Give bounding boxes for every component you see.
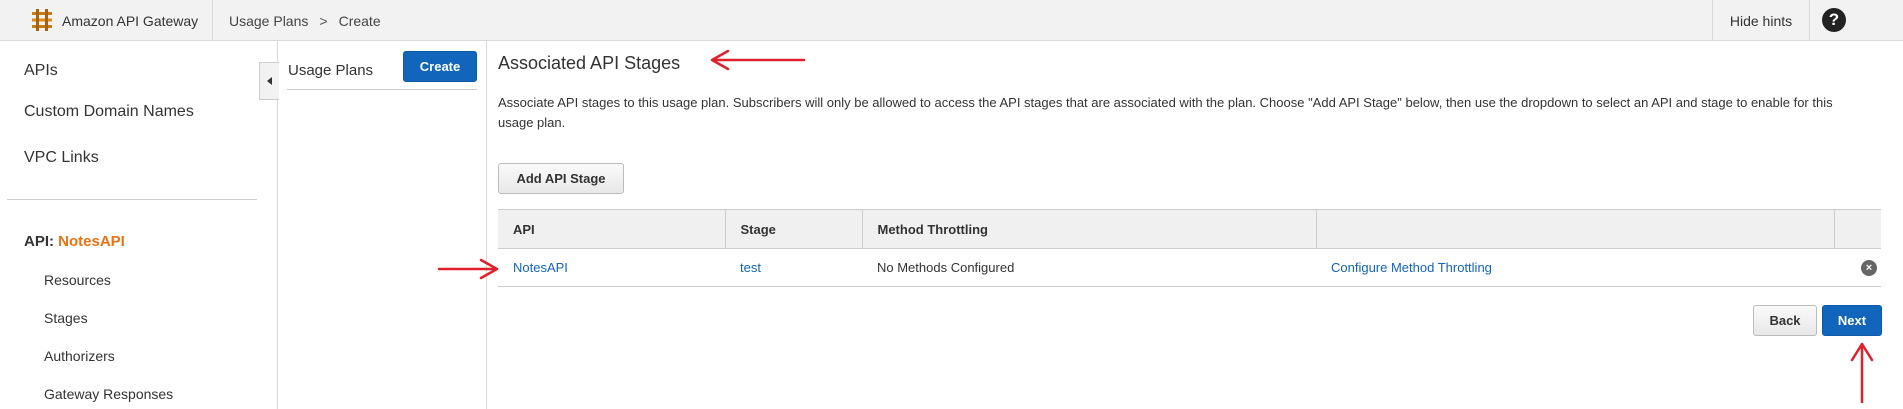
sidebar-item-apis[interactable]: APIs — [24, 62, 58, 80]
annotation-arrow-next-icon — [1850, 342, 1874, 404]
add-api-stage-button[interactable]: Add API Stage — [498, 163, 624, 194]
sidebar-item-custom-domain-names[interactable]: Custom Domain Names — [24, 103, 194, 121]
breadcrumb-create: Create — [338, 13, 381, 29]
sidebar-item-vpc-links[interactable]: VPC Links — [24, 149, 99, 167]
sidebar-item-gateway-responses[interactable]: Gateway Responses — [44, 386, 173, 402]
annotation-arrow-title-icon — [710, 49, 806, 71]
sidebar-divider — [7, 199, 257, 200]
help-icon[interactable]: ? — [1822, 8, 1846, 32]
breadcrumb: Usage Plans > Create — [229, 13, 381, 29]
api-title: API: NotesAPI — [24, 233, 125, 250]
top-bar: Amazon API Gateway Usage Plans > Create Hi… — [0, 0, 1903, 41]
sidebar-item-authorizers[interactable]: Authorizers — [44, 348, 115, 364]
breadcrumb-usage-plans[interactable]: Usage Plans — [229, 13, 308, 29]
sidebar-item-resources[interactable]: Resources — [44, 272, 111, 288]
configure-method-throttling-link[interactable]: Configure Method Throttling — [1331, 260, 1492, 275]
annotation-arrow-row-icon — [437, 258, 499, 280]
usage-plans-divider — [287, 89, 477, 90]
api-prefix: API: — [24, 233, 54, 250]
left-nav: APIs Custom Domain Names VPC Links API: … — [0, 41, 278, 409]
sidebar-item-stages[interactable]: Stages — [44, 310, 88, 326]
brand[interactable]: Amazon API Gateway — [0, 0, 213, 41]
column-header-remove — [1834, 209, 1881, 249]
next-button[interactable]: Next — [1822, 305, 1882, 336]
create-button[interactable]: Create — [403, 51, 477, 82]
section-description: Associate API stages to this usage plan.… — [498, 95, 1833, 130]
column-header-api: API — [498, 209, 726, 249]
table-row: NotesAPI test No Methods Configured Conf… — [498, 248, 1881, 287]
column-header-configure — [1316, 209, 1835, 249]
chevron-left-icon — [267, 77, 272, 85]
api-name[interactable]: NotesAPI — [58, 233, 125, 250]
brand-title: Amazon API Gateway — [62, 13, 199, 29]
column-header-method-throttling: Method Throttling — [862, 209, 1317, 249]
cell-stage: test — [725, 248, 862, 287]
back-button[interactable]: Back — [1753, 305, 1817, 336]
stage-link[interactable]: test — [740, 260, 761, 275]
hide-hints-button[interactable]: Hide hints — [1712, 0, 1810, 41]
page-title: Associated API Stages — [498, 53, 681, 73]
cell-throttling: No Methods Configured — [862, 248, 1316, 287]
usage-plans-label: Usage Plans — [288, 62, 374, 79]
cell-configure: Configure Method Throttling — [1316, 248, 1834, 287]
collapse-sidebar-button[interactable] — [259, 62, 279, 100]
usage-plans-panel: Usage Plans — [279, 41, 487, 409]
cell-api: NotesAPI — [498, 248, 725, 287]
api-link[interactable]: NotesAPI — [513, 260, 568, 275]
table-header-row: API Stage Method Throttling — [498, 209, 1881, 249]
remove-icon[interactable]: × — [1861, 259, 1877, 276]
breadcrumb-separator: > — [319, 13, 328, 29]
cell-remove: × — [1834, 248, 1881, 287]
api-stages-table: API Stage Method Throttling NotesAPI tes… — [498, 209, 1881, 287]
column-header-stage: Stage — [725, 209, 863, 249]
api-gateway-logo-icon — [32, 9, 52, 31]
